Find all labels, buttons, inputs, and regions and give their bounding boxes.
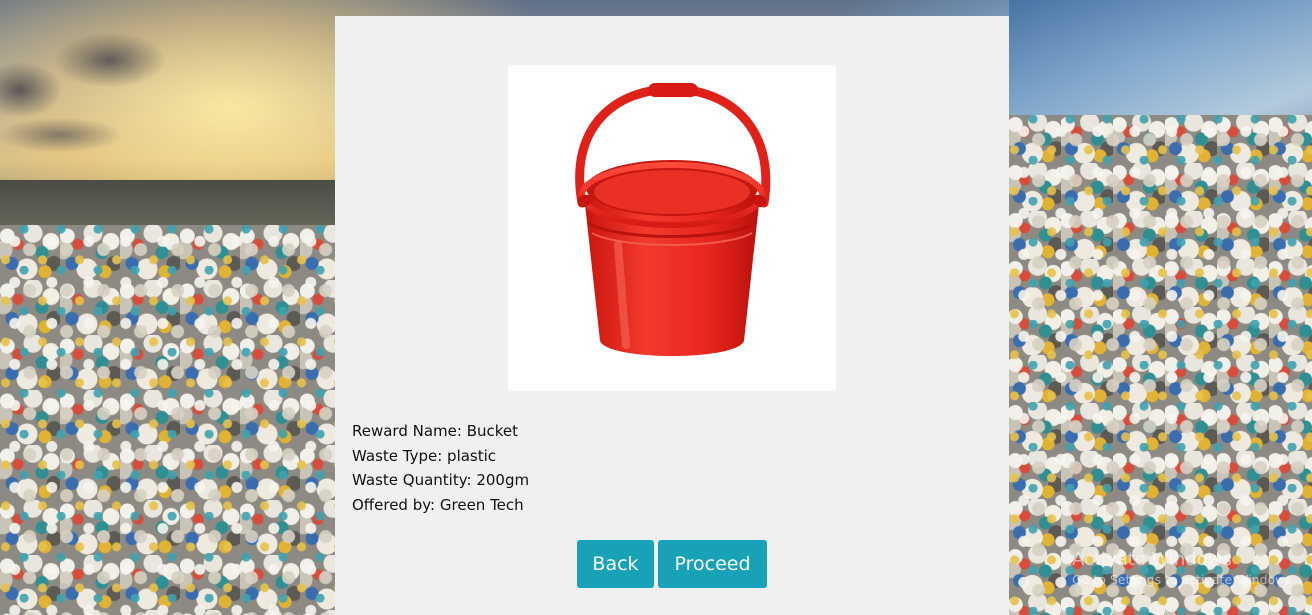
reward-card: Reward Name: Bucket Waste Type: plastic … (335, 16, 1009, 615)
bucket-image (575, 83, 771, 356)
reward-image (508, 65, 836, 391)
waste-type-value: plastic (447, 446, 497, 465)
waste-type-row: Waste Type: plastic (352, 444, 529, 469)
reward-name-label: Reward Name: (352, 422, 462, 440)
plastic-waste-pile-right (1009, 115, 1312, 615)
activate-windows-watermark: Activate Windows Go to Settings to activ… (1072, 549, 1296, 589)
offered-by-label: Offered by: (352, 495, 436, 514)
action-buttons: Back Proceed (577, 540, 767, 588)
waste-quantity-label: Waste Quantity: (352, 471, 472, 489)
reward-name-row: Reward Name: Bucket (352, 419, 529, 444)
offered-by-row: Offered by: Green Tech (352, 493, 529, 518)
reward-name-value: Bucket (466, 422, 519, 440)
offered-by-value: Green Tech (439, 495, 524, 514)
clouds-left (0, 0, 335, 190)
proceed-button[interactable]: Proceed (658, 540, 767, 588)
reward-details: Reward Name: Bucket Waste Type: plastic … (352, 419, 529, 517)
waste-quantity-row: Waste Quantity: 200gm (352, 468, 529, 493)
watermark-subtitle: Go to Settings to activate Windows. (1072, 572, 1296, 587)
waste-type-label: Waste Type: (352, 446, 443, 465)
back-button[interactable]: Back (577, 540, 654, 588)
waste-quantity-value: 200gm (476, 471, 530, 489)
plastic-waste-pile-left (0, 225, 335, 615)
watermark-title: Activate Windows (1072, 549, 1232, 570)
